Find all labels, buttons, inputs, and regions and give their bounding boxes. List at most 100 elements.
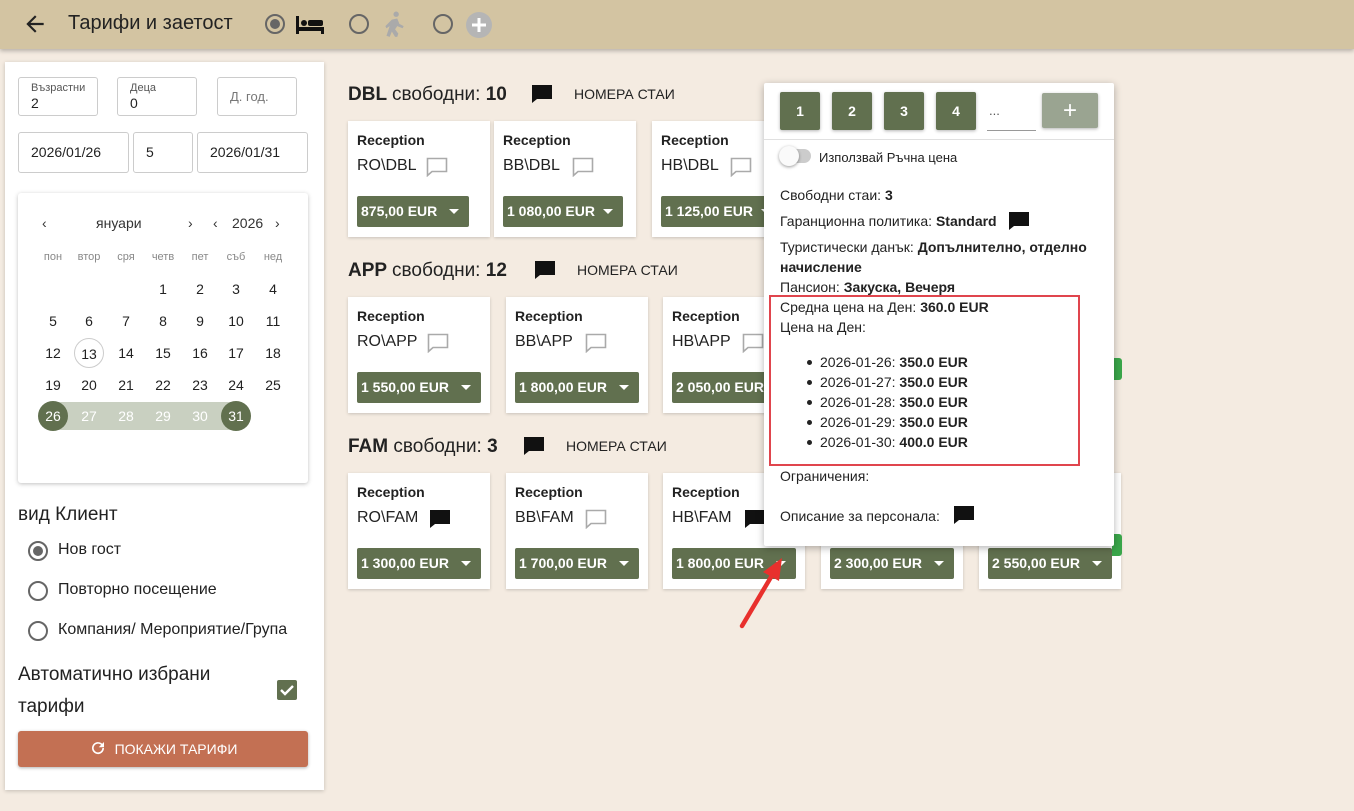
calendar-day[interactable]: 15: [148, 338, 178, 368]
checkmark-icon: [280, 685, 294, 696]
prev-month-icon[interactable]: ‹: [42, 215, 47, 231]
calendar-day-in-range[interactable]: 29: [148, 401, 178, 431]
children-field[interactable]: Деца 0: [117, 77, 197, 116]
caret-down-icon: [619, 561, 629, 566]
auto-rates-checkbox[interactable]: [277, 680, 297, 700]
calendar-day[interactable]: 17: [221, 338, 251, 368]
date-from-field[interactable]: 2026/01/26: [18, 132, 129, 173]
next-year-icon[interactable]: ›: [275, 215, 280, 231]
calendar-day[interactable]: 1: [148, 274, 178, 304]
room-numbers-link-dbl[interactable]: НОМЕРА СТАИ: [574, 86, 675, 102]
comment-outline-icon[interactable]: [426, 157, 448, 177]
client-company-radio[interactable]: [28, 621, 48, 641]
calendar-month[interactable]: януари: [96, 215, 142, 231]
rate-price-button[interactable]: 1 080,00 EUR: [503, 196, 623, 227]
comment-icon[interactable]: [523, 436, 545, 456]
rate-price-button[interactable]: 1 300,00 EUR: [357, 548, 481, 579]
adults-value: 2: [31, 95, 39, 111]
child-age-field[interactable]: Д. год.: [217, 77, 297, 116]
calendar-year[interactable]: 2026: [232, 215, 263, 231]
calendar-day[interactable]: 21: [111, 370, 141, 400]
calendar-day[interactable]: 5: [38, 306, 68, 336]
room-numbers-link-app[interactable]: НОМЕРА СТАИ: [577, 262, 678, 278]
calendar-day[interactable]: 24: [221, 370, 251, 400]
prev-year-icon[interactable]: ‹: [213, 215, 218, 231]
client-new-label: Нов гост: [58, 541, 122, 558]
calendar-day[interactable]: 10: [221, 306, 251, 336]
calendar-day-in-range[interactable]: 27: [74, 401, 104, 431]
free-label: свободни:: [392, 260, 481, 281]
comment-icon[interactable]: [534, 260, 556, 280]
caret-down-icon: [1092, 561, 1102, 566]
comment-outline-icon[interactable]: [585, 509, 607, 529]
client-returning-radio[interactable]: [28, 581, 48, 601]
back-arrow-icon[interactable]: [22, 11, 48, 37]
calendar-day[interactable]: 12: [38, 338, 68, 368]
comment-outline-icon[interactable]: [572, 157, 594, 177]
comment-outline-icon[interactable]: [742, 333, 764, 353]
calendar-day[interactable]: 6: [74, 306, 104, 336]
adults-field[interactable]: Възрастни 2: [18, 77, 98, 116]
add-room-button[interactable]: +: [1042, 93, 1098, 128]
calendar-day[interactable]: 9: [185, 306, 215, 336]
rate-source: Reception: [503, 132, 571, 148]
calendar-day[interactable]: 25: [258, 370, 288, 400]
rate-price-button[interactable]: 1 700,00 EUR: [515, 548, 639, 579]
rate-price-button[interactable]: 1 550,00 EUR: [357, 372, 481, 403]
calendar-day[interactable]: 23: [185, 370, 215, 400]
room-count-button-3[interactable]: 3: [884, 92, 924, 130]
room-count-button-2[interactable]: 2: [832, 92, 872, 130]
comment-outline-icon[interactable]: [585, 333, 607, 353]
rate-price-button[interactable]: 875,00 EUR: [357, 196, 469, 227]
calendar-day[interactable]: 4: [258, 274, 288, 304]
nights-field[interactable]: 5: [133, 132, 193, 173]
rate-price-button[interactable]: 1 125,00 EUR: [661, 196, 781, 227]
rate-price-button[interactable]: 2 300,00 EUR: [830, 548, 954, 579]
date-to-field[interactable]: 2026/01/31: [197, 132, 308, 173]
comment-icon[interactable]: [744, 509, 766, 529]
search-panel: Възрастни 2 Деца 0 Д. год. 2026/01/26 5 …: [5, 62, 324, 790]
room-count-button-4[interactable]: 4: [936, 92, 976, 130]
comment-icon[interactable]: [953, 505, 975, 525]
calendar-day[interactable]: 22: [148, 370, 178, 400]
rate-price-button[interactable]: 1 800,00 EUR: [515, 372, 639, 403]
caret-down-icon: [449, 209, 459, 214]
nights-value: 5: [146, 144, 154, 160]
comment-outline-icon[interactable]: [730, 157, 752, 177]
calendar-day-today[interactable]: 13: [74, 338, 104, 368]
rate-price: 1 300,00 EUR: [361, 555, 449, 571]
next-month-icon[interactable]: ›: [188, 215, 193, 231]
comment-icon[interactable]: [1008, 211, 1030, 231]
weekday-label: сря: [117, 251, 135, 263]
comment-outline-icon[interactable]: [427, 333, 449, 353]
custom-room-count-input[interactable]: ...: [987, 103, 1036, 131]
calendar-day-in-range[interactable]: 30: [185, 401, 215, 431]
mode-radio-accommodation[interactable]: [265, 14, 285, 34]
comment-icon[interactable]: [531, 84, 553, 104]
room-numbers-link-fam[interactable]: НОМЕРА СТАИ: [566, 438, 667, 454]
calendar-day-in-range[interactable]: 28: [111, 401, 141, 431]
calendar-day[interactable]: 20: [74, 370, 104, 400]
rate-price-button[interactable]: 2 550,00 EUR: [988, 548, 1112, 579]
manual-price-toggle[interactable]: [779, 146, 811, 166]
calendar-day-range-end[interactable]: 31: [221, 401, 251, 431]
calendar-day[interactable]: 8: [148, 306, 178, 336]
calendar-day[interactable]: 14: [111, 338, 141, 368]
calendar-day-range-start[interactable]: 26: [38, 401, 68, 431]
free-label: свободни:: [392, 84, 481, 105]
mode-radio-extra[interactable]: [433, 14, 453, 34]
guarantee-value: Standard: [935, 213, 997, 229]
calendar-day[interactable]: 3: [221, 274, 251, 304]
show-rates-button[interactable]: ПОКАЖИ ТАРИФИ: [18, 731, 308, 767]
calendar-day[interactable]: 19: [38, 370, 68, 400]
client-new-radio[interactable]: [28, 541, 48, 561]
mode-radio-activity[interactable]: [349, 14, 369, 34]
calendar-day[interactable]: 18: [258, 338, 288, 368]
calendar-day[interactable]: 7: [111, 306, 141, 336]
calendar-day[interactable]: 2: [185, 274, 215, 304]
comment-icon[interactable]: [429, 509, 451, 529]
calendar-day[interactable]: 16: [185, 338, 215, 368]
rate-price: 875,00 EUR: [361, 203, 438, 219]
room-count-button-1[interactable]: 1: [780, 92, 820, 130]
calendar-day[interactable]: 11: [258, 306, 288, 336]
